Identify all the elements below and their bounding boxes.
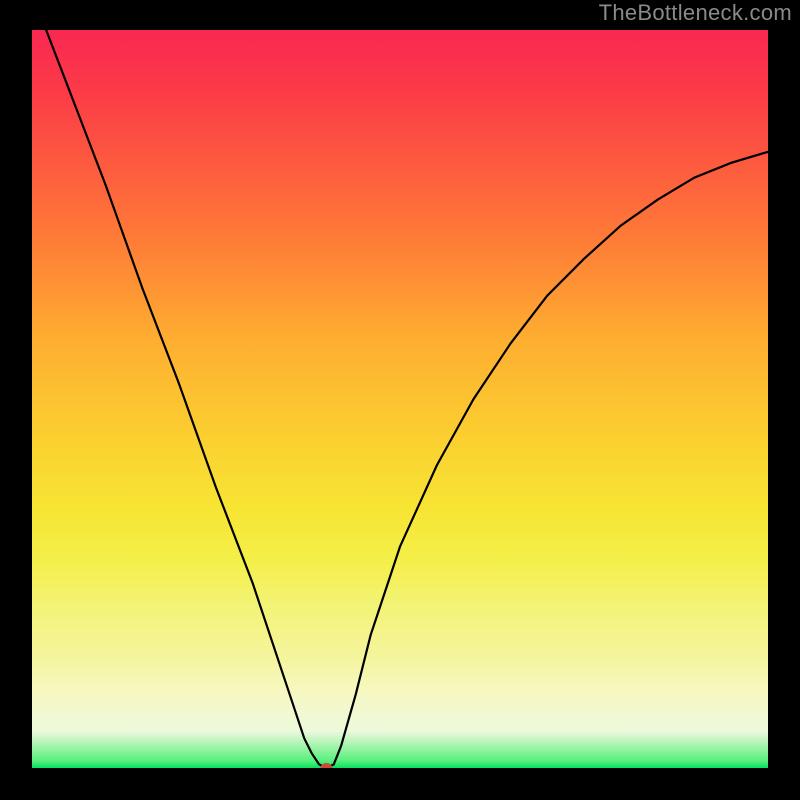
- optimal-point-marker: [320, 763, 332, 768]
- chart-overlay: [32, 30, 768, 768]
- watermark-text: TheBottleneck.com: [599, 0, 792, 26]
- chart-container: TheBottleneck.com: [0, 0, 800, 800]
- bottleneck-curve: [32, 30, 768, 768]
